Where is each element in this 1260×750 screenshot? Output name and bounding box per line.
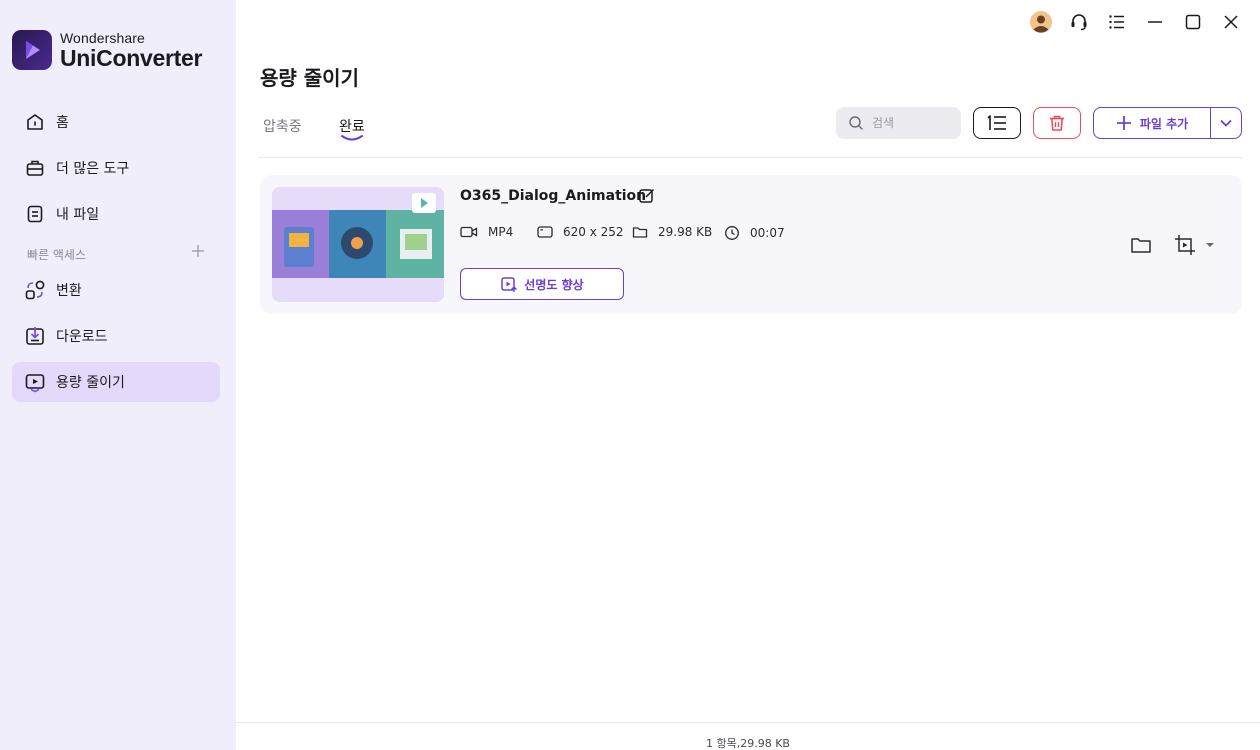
search-input[interactable] — [872, 116, 952, 130]
window-controls — [1022, 10, 1250, 34]
plus-icon — [1116, 116, 1131, 130]
status-summary: 1 항목,29.98 KB — [706, 736, 790, 750]
sidebar-item-label: 더 많은 도구 — [56, 161, 130, 177]
maximize-button[interactable] — [1174, 10, 1212, 34]
menu-button[interactable] — [1098, 10, 1136, 34]
close-button[interactable] — [1212, 10, 1250, 34]
sidebar-item-my-files[interactable]: 내 파일 — [12, 194, 220, 234]
resolution-icon — [537, 226, 553, 238]
video-camera-icon — [460, 226, 478, 238]
minimize-button[interactable] — [1136, 10, 1174, 34]
enhance-icon — [501, 277, 518, 292]
sort-button[interactable] — [973, 107, 1021, 139]
status-bar: 1 항목,29.98 KB — [236, 722, 1260, 750]
sidebar: Wondershare UniConverter 홈 더 많은 도구 내 파일 … — [0, 0, 236, 750]
file-duration: 00:07 — [750, 226, 785, 240]
meta-format: MP4 — [460, 225, 513, 239]
maximize-icon — [1185, 14, 1201, 30]
sort-list-icon — [987, 115, 1006, 130]
sidebar-item-compress[interactable]: 용량 줄이기 — [12, 362, 220, 402]
sidebar-item-convert[interactable]: 변환 — [12, 270, 220, 310]
sidebar-item-label: 다운로드 — [56, 329, 108, 345]
add-file-label: 파일 추가 — [1139, 116, 1189, 131]
file-name: O365_Dialog_Animation — [460, 188, 647, 204]
avatar-icon — [1030, 11, 1052, 33]
trash-icon — [1050, 115, 1064, 131]
rename-icon[interactable] — [638, 187, 656, 205]
sidebar-item-label: 용량 줄이기 — [56, 375, 125, 391]
toolbox-icon — [24, 157, 46, 179]
meta-resolution: 620 x 252 — [537, 225, 624, 239]
meta-duration: 00:07 — [724, 225, 785, 241]
sidebar-item-label: 내 파일 — [56, 207, 100, 223]
brand: Wondershare UniConverter — [12, 30, 202, 70]
video-thumbnail[interactable] — [272, 187, 444, 302]
chevron-down-icon — [1220, 119, 1232, 127]
sidebar-item-download[interactable]: 다운로드 — [12, 316, 220, 356]
open-folder-icon[interactable] — [1130, 235, 1152, 255]
delete-button[interactable] — [1033, 107, 1081, 139]
header-divider — [258, 157, 1242, 158]
file-icon — [24, 203, 46, 225]
active-tab-indicator — [341, 135, 363, 141]
file-format: MP4 — [488, 225, 514, 239]
brand-product: UniConverter — [60, 44, 203, 71]
add-quick-access-icon[interactable] — [191, 244, 205, 258]
minimize-icon — [1148, 21, 1162, 23]
convert-icon — [24, 279, 46, 301]
sidebar-item-home[interactable]: 홈 — [12, 102, 220, 142]
page-title: 용량 줄이기 — [260, 66, 359, 90]
meta-size: 29.98 KB — [632, 225, 712, 239]
quick-access-label: 빠른 액세스 — [27, 248, 87, 262]
file-card[interactable]: O365_Dialog_Animation MP4 620 x 252 29.9… — [260, 175, 1242, 314]
support-button[interactable] — [1060, 10, 1098, 34]
sidebar-item-more-tools[interactable]: 더 많은 도구 — [12, 148, 220, 188]
headset-icon — [1071, 14, 1087, 31]
enhance-label: 선명도 향상 — [524, 277, 584, 292]
close-icon — [1224, 15, 1238, 29]
uniconverter-logo-icon — [12, 30, 52, 70]
file-size: 29.98 KB — [658, 225, 713, 239]
file-resolution: 620 x 252 — [563, 225, 624, 239]
folder-icon — [632, 227, 648, 238]
clock-icon — [725, 226, 739, 240]
edit-video-button[interactable] — [1174, 234, 1216, 256]
brand-company: Wondershare — [60, 29, 145, 46]
download-icon — [24, 325, 46, 347]
sidebar-item-label: 변환 — [56, 283, 82, 299]
add-file-dropdown[interactable] — [1211, 108, 1241, 138]
add-file-button[interactable]: 파일 추가 — [1093, 107, 1242, 139]
caret-down-icon — [1206, 243, 1214, 247]
add-file-main[interactable]: 파일 추가 — [1094, 108, 1211, 138]
search-icon — [849, 116, 863, 130]
account-button[interactable] — [1022, 10, 1060, 34]
home-icon — [24, 111, 46, 133]
thumbnail-image — [272, 187, 444, 302]
enhance-clarity-button[interactable]: 선명도 향상 — [460, 268, 624, 300]
sidebar-item-label: 홈 — [56, 115, 69, 131]
tab-compressing[interactable]: 압축중 — [263, 116, 302, 136]
tab-completed[interactable]: 완료 — [339, 116, 365, 136]
compress-icon — [24, 371, 46, 393]
crop-video-icon — [1175, 235, 1195, 255]
menu-list-icon — [1109, 15, 1124, 29]
search-box[interactable] — [836, 107, 961, 139]
